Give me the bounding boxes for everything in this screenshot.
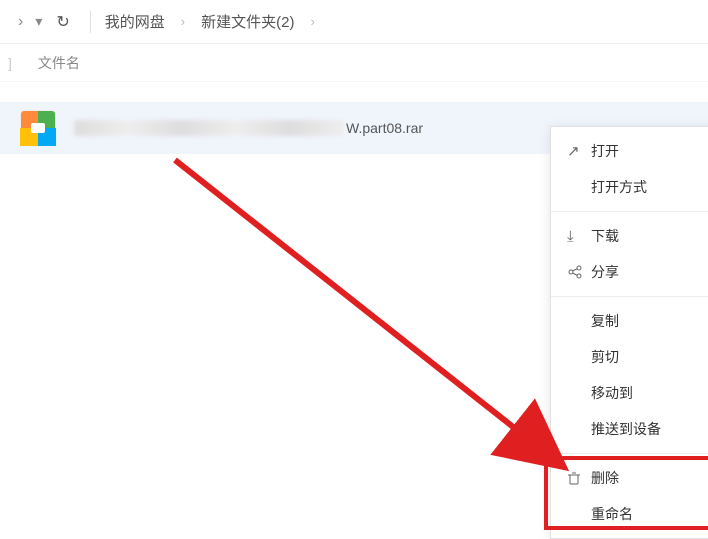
menu-label: 推送到设备: [591, 419, 703, 439]
filename-suffix: W.part08.rar: [346, 120, 423, 136]
menu-label: 打开方式: [591, 177, 703, 197]
nav-forward-icon[interactable]: ›: [10, 13, 31, 31]
toolbar: › ▾ ↻ 我的网盘 › 新建文件夹(2) ›: [0, 0, 708, 44]
menu-cut[interactable]: 剪切: [551, 339, 708, 375]
breadcrumb-item-folder[interactable]: 新建文件夹(2): [197, 11, 298, 32]
chevron-right-icon: ›: [169, 14, 197, 29]
menu-separator: [551, 211, 708, 212]
menu-label: 打开: [591, 141, 703, 161]
menu-label: 复制: [591, 311, 703, 331]
column-header-row: ] 文件名: [0, 44, 708, 82]
menu-open[interactable]: ↗ 打开: [551, 133, 708, 169]
open-icon: ↗: [567, 142, 591, 160]
breadcrumb-item-root[interactable]: 我的网盘: [101, 11, 169, 32]
file-name: W.part08.rar: [74, 120, 423, 136]
chevron-right-icon: ›: [298, 14, 326, 29]
menu-download[interactable]: ⤓ 下载: [551, 218, 708, 254]
menu-rename[interactable]: 重命名: [551, 496, 708, 532]
menu-delete[interactable]: 删除: [551, 460, 708, 496]
menu-label: 分享: [591, 262, 703, 282]
breadcrumb: 我的网盘 › 新建文件夹(2) ›: [101, 11, 327, 32]
delete-icon: [567, 471, 591, 485]
checkbox-edge-icon: ]: [8, 55, 12, 71]
filename-redacted: [74, 120, 344, 136]
menu-move-to[interactable]: 移动到: [551, 375, 708, 411]
share-icon: [567, 264, 591, 280]
menu-separator: [551, 296, 708, 297]
divider: [90, 11, 91, 33]
menu-label: 剪切: [591, 347, 703, 367]
menu-label: 重命名: [591, 504, 703, 524]
nav-dropdown-icon[interactable]: ▾: [31, 13, 46, 30]
download-icon: ⤓: [567, 228, 591, 245]
menu-push-device[interactable]: 推送到设备: [551, 411, 708, 447]
menu-share[interactable]: 分享: [551, 254, 708, 290]
menu-label: 删除: [591, 468, 703, 488]
menu-separator: [551, 453, 708, 454]
refresh-icon[interactable]: ↻: [46, 12, 79, 32]
column-name-header[interactable]: 文件名: [38, 53, 80, 73]
menu-label: 移动到: [591, 383, 703, 403]
archive-file-icon: [20, 110, 56, 146]
menu-copy[interactable]: 复制: [551, 303, 708, 339]
annotation-arrow: [165, 150, 585, 510]
context-menu: ↗ 打开 打开方式 ⤓ 下载 分享 复制 剪切 移动到 推送到设备: [550, 126, 708, 539]
menu-label: 下载: [591, 226, 703, 246]
menu-open-with[interactable]: 打开方式: [551, 169, 708, 205]
